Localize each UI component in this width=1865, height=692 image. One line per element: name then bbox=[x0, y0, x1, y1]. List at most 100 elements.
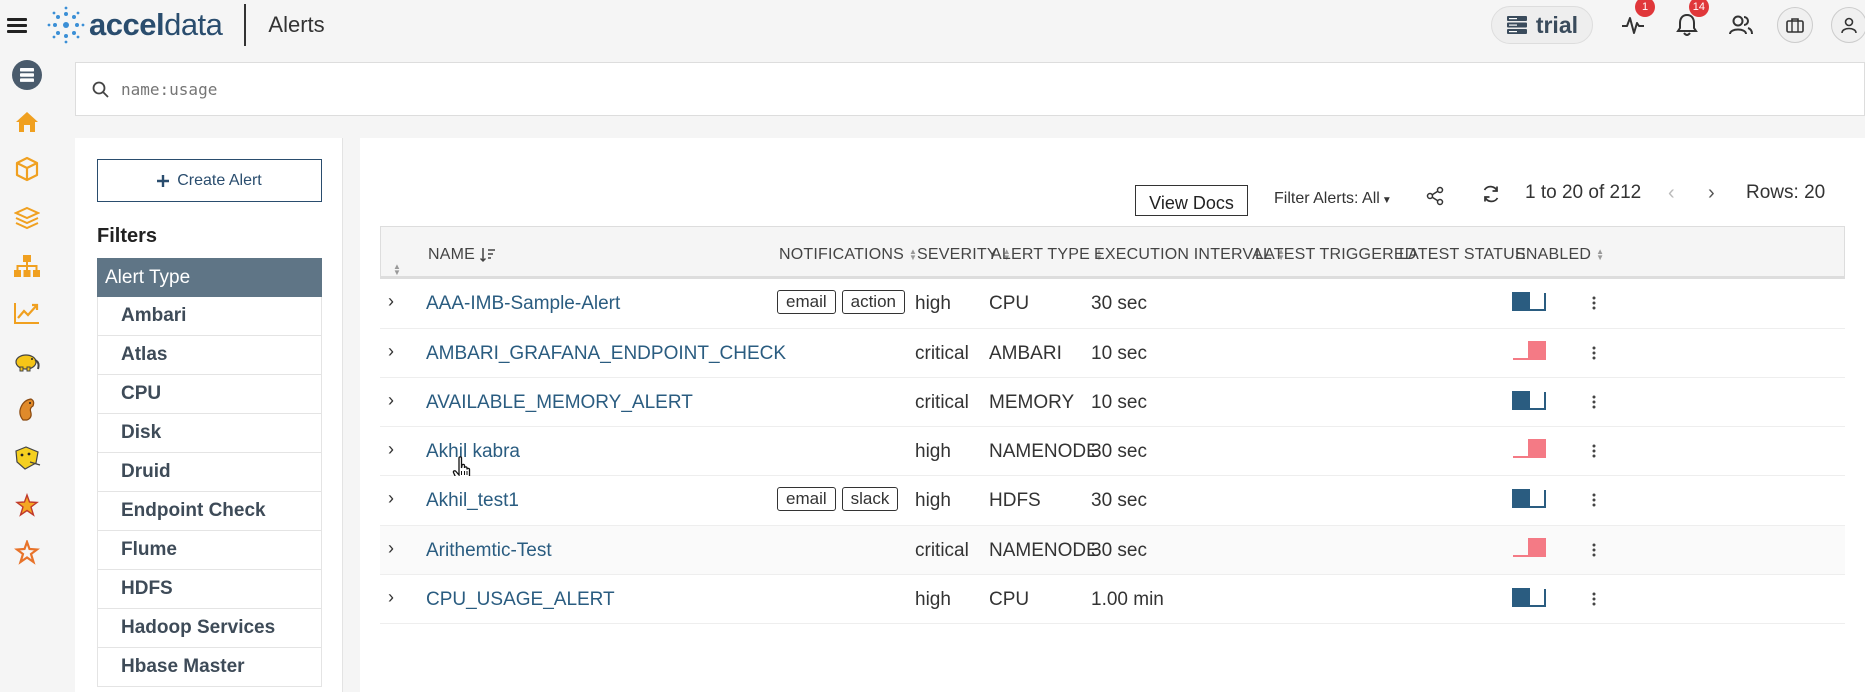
enabled-toggle[interactable] bbox=[1512, 292, 1546, 311]
filter-group-alert-type[interactable]: Alert Type bbox=[97, 258, 322, 297]
rail-item-hive[interactable] bbox=[10, 441, 44, 475]
share-icon[interactable] bbox=[1426, 186, 1444, 206]
column-header-latest-status[interactable]: LATEST STATUS bbox=[1399, 246, 1526, 264]
more-vertical-icon[interactable] bbox=[1592, 444, 1596, 458]
column-label: LATEST TRIGGERED bbox=[1255, 246, 1417, 263]
table-row[interactable]: › CPU_USAGE_ALERT high CPU 1.00 min bbox=[380, 575, 1845, 624]
environment-selector[interactable]: trial bbox=[1490, 6, 1593, 44]
alert-type-value: AMBARI bbox=[989, 343, 1062, 364]
enabled-toggle[interactable] bbox=[1512, 391, 1546, 410]
enabled-toggle[interactable] bbox=[1512, 538, 1546, 557]
rail-item-layers[interactable] bbox=[10, 201, 44, 235]
expand-row-icon[interactable]: › bbox=[388, 439, 394, 460]
notifications-button[interactable]: 14 bbox=[1669, 0, 1709, 43]
profile-button[interactable] bbox=[1831, 7, 1865, 43]
severity-value: critical bbox=[915, 540, 969, 561]
catalog-button[interactable] bbox=[1777, 7, 1813, 43]
activity-button[interactable]: 1 bbox=[1615, 0, 1655, 43]
table-row[interactable]: › AMBARI_GRAFANA_ENDPOINT_CHECK critical… bbox=[380, 329, 1845, 378]
enabled-toggle[interactable] bbox=[1512, 439, 1546, 458]
search-icon bbox=[92, 81, 109, 98]
filter-item[interactable]: Endpoint Check bbox=[97, 492, 322, 531]
table-row[interactable]: › AAA-IMB-Sample-Alert email action high … bbox=[380, 279, 1845, 329]
create-alert-label: Create Alert bbox=[177, 171, 262, 189]
view-docs-button[interactable]: View Docs bbox=[1135, 185, 1248, 216]
expand-row-icon[interactable]: › bbox=[388, 291, 394, 312]
rail-item-clusters[interactable] bbox=[10, 58, 44, 92]
column-label: ENABLED bbox=[1515, 246, 1592, 263]
rail-item-analytics[interactable] bbox=[10, 296, 44, 330]
alert-name-link[interactable]: AVAILABLE_MEMORY_ALERT bbox=[426, 392, 693, 414]
notification-tag: email bbox=[777, 290, 836, 314]
alert-name-link[interactable]: Akhil_test1 bbox=[426, 490, 519, 512]
rail-item-spark[interactable] bbox=[10, 489, 44, 523]
users-button[interactable] bbox=[1723, 7, 1759, 43]
notification-badge: 14 bbox=[1688, 0, 1709, 17]
activity-badge: 1 bbox=[1635, 0, 1655, 17]
filter-item[interactable]: Hbase Master bbox=[97, 648, 322, 687]
column-header-name[interactable]: NAME bbox=[428, 246, 496, 264]
filter-item[interactable]: Atlas bbox=[97, 336, 322, 375]
rail-item-spark-streaming[interactable] bbox=[10, 536, 44, 570]
rail-item-home[interactable] bbox=[10, 105, 44, 139]
table-row[interactable]: › AVAILABLE_MEMORY_ALERT critical MEMORY… bbox=[380, 378, 1845, 427]
filter-item[interactable]: HDFS bbox=[97, 570, 322, 609]
column-header-notifications[interactable]: NOTIFICATIONS ▲ ▼ bbox=[779, 246, 917, 264]
rail-item-topology[interactable] bbox=[10, 249, 44, 283]
sort-icon[interactable]: ▲ ▼ bbox=[393, 263, 401, 277]
more-vertical-icon[interactable] bbox=[1592, 296, 1596, 310]
rows-per-page[interactable]: Rows: 20 bbox=[1746, 182, 1825, 204]
more-vertical-icon[interactable] bbox=[1592, 493, 1596, 507]
logo-icon bbox=[47, 6, 85, 44]
next-page-icon[interactable]: › bbox=[1708, 182, 1715, 205]
table-toolbar: View Docs Filter Alerts: All ▼ 1 to 20 of… bbox=[360, 178, 1865, 218]
more-vertical-icon[interactable] bbox=[1592, 346, 1596, 360]
column-header-alert-type[interactable]: ALERT TYPE ▲ ▼ bbox=[991, 246, 1103, 264]
header-divider bbox=[244, 4, 247, 46]
rail-item-hadoop[interactable] bbox=[10, 345, 44, 379]
alert-type-value: NAMENODE bbox=[989, 540, 1099, 561]
search-input[interactable] bbox=[121, 79, 721, 99]
column-header-enabled[interactable]: ENABLED ▲ ▼ bbox=[1515, 246, 1604, 264]
filter-item[interactable]: Hadoop Services bbox=[97, 609, 322, 648]
more-vertical-icon[interactable] bbox=[1592, 592, 1596, 606]
previous-page-icon[interactable]: ‹ bbox=[1668, 182, 1675, 205]
user-icon bbox=[1841, 17, 1857, 34]
logo[interactable]: acceldata bbox=[47, 6, 223, 44]
filter-item[interactable]: Disk bbox=[97, 414, 322, 453]
alert-name-link[interactable]: Arithemtic-Test bbox=[426, 540, 552, 562]
filter-item[interactable]: Flume bbox=[97, 531, 322, 570]
table-row[interactable]: › Arithemtic-Test critical NAMENODE 30 s… bbox=[380, 526, 1845, 575]
expand-row-icon[interactable]: › bbox=[388, 488, 394, 509]
filter-item[interactable]: CPU bbox=[97, 375, 322, 414]
rail-item-zookeeper[interactable] bbox=[10, 392, 44, 426]
enabled-toggle[interactable] bbox=[1512, 489, 1546, 508]
table-row[interactable]: › Akhil kabra high NAMENODE 30 sec bbox=[380, 427, 1845, 484]
alert-name-link[interactable]: AMBARI_GRAFANA_ENDPOINT_CHECK bbox=[426, 343, 786, 365]
create-alert-button[interactable]: Create Alert bbox=[97, 159, 322, 202]
rail-item-pipelines[interactable] bbox=[10, 152, 44, 186]
expand-row-icon[interactable]: › bbox=[388, 390, 394, 411]
alert-name-link[interactable]: CPU_USAGE_ALERT bbox=[426, 589, 615, 611]
search-bar[interactable] bbox=[75, 62, 1865, 116]
filter-alerts-dropdown[interactable]: Filter Alerts: All ▼ bbox=[1274, 190, 1392, 208]
table-row[interactable]: › Akhil_test1 email slack high HDFS 30 se… bbox=[380, 476, 1845, 526]
alert-name-link[interactable]: AAA-IMB-Sample-Alert bbox=[426, 293, 620, 315]
more-vertical-icon[interactable] bbox=[1592, 395, 1596, 409]
column-label: NAME bbox=[428, 246, 476, 263]
refresh-icon[interactable] bbox=[1481, 184, 1501, 204]
more-vertical-icon[interactable] bbox=[1592, 543, 1596, 557]
enabled-toggle[interactable] bbox=[1512, 341, 1546, 360]
alerts-main: View Docs Filter Alerts: All ▼ 1 to 20 of… bbox=[360, 138, 1865, 692]
sort-descending-icon bbox=[480, 248, 496, 263]
filter-item[interactable]: Druid bbox=[97, 453, 322, 492]
enabled-toggle[interactable] bbox=[1512, 588, 1546, 607]
filter-item[interactable]: Ambari bbox=[97, 297, 322, 336]
interval-value: 30 sec bbox=[1091, 293, 1147, 314]
menu-icon[interactable] bbox=[7, 17, 27, 33]
expand-row-icon[interactable]: › bbox=[388, 587, 394, 608]
expand-row-icon[interactable]: › bbox=[388, 538, 394, 559]
cube-icon bbox=[15, 156, 39, 182]
expand-row-icon[interactable]: › bbox=[388, 341, 394, 362]
column-header-latest-triggered[interactable]: LATEST TRIGGERED bbox=[1255, 246, 1416, 264]
